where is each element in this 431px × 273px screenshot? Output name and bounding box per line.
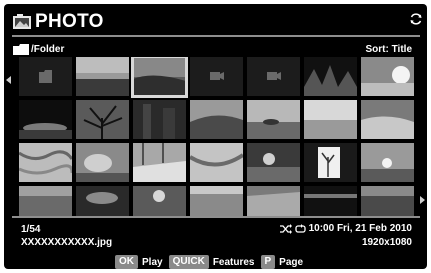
date-time: 10:00 Fri, 21 Feb 2010 bbox=[308, 223, 412, 234]
file-name: XXXXXXXXXXX.jpg bbox=[21, 237, 113, 248]
thumbnail-photo[interactable] bbox=[304, 57, 357, 96]
thumbnail-video[interactable] bbox=[247, 57, 300, 96]
repeat-icon bbox=[294, 223, 306, 233]
thumbnail-folder[interactable] bbox=[19, 57, 72, 96]
thumbnail-photo[interactable] bbox=[247, 143, 300, 182]
thumbnail-photo[interactable] bbox=[19, 100, 72, 139]
quick-key-label: Features bbox=[212, 256, 255, 268]
breadcrumb: /Folder bbox=[13, 42, 64, 56]
thumbnail-photo[interactable] bbox=[76, 186, 129, 217]
thumbnail-photo[interactable] bbox=[304, 100, 357, 139]
thumbnail-photo[interactable] bbox=[190, 100, 243, 139]
thumbnail-photo[interactable] bbox=[304, 186, 357, 217]
photo-browser-screen: PHOTO /Folder Sort: Title 1/54 XXXXXXXXX… bbox=[4, 4, 427, 269]
bottom-divider bbox=[12, 216, 420, 218]
thumbnail-photo[interactable] bbox=[76, 100, 129, 139]
folder-path: /Folder bbox=[31, 43, 65, 55]
header: PHOTO bbox=[12, 10, 104, 34]
thumbnail-photo[interactable] bbox=[361, 186, 414, 217]
ok-key[interactable]: OK bbox=[115, 255, 138, 269]
thumbnail-video[interactable] bbox=[190, 57, 243, 96]
ok-key-label: Play bbox=[142, 256, 163, 268]
top-divider bbox=[12, 35, 420, 37]
page-key[interactable]: P bbox=[260, 255, 276, 269]
sort-option[interactable]: Sort: Title bbox=[366, 44, 412, 55]
quick-key[interactable]: QUICK bbox=[168, 255, 209, 269]
thumbnail-photo[interactable] bbox=[133, 100, 186, 139]
thumbnail-photo[interactable] bbox=[76, 143, 129, 182]
thumbnail-photo[interactable] bbox=[361, 57, 414, 96]
folder-icon bbox=[13, 43, 29, 55]
refresh-icon[interactable] bbox=[409, 12, 423, 26]
page-title: PHOTO bbox=[35, 11, 104, 32]
thumbnail-photo[interactable] bbox=[190, 143, 243, 182]
page-key-label: Page bbox=[279, 256, 304, 268]
image-resolution: 1920x1080 bbox=[361, 237, 412, 248]
thumbnail-photo[interactable] bbox=[190, 186, 243, 217]
thumbnail-photo[interactable] bbox=[76, 57, 129, 96]
thumbnail-photo[interactable] bbox=[361, 100, 414, 139]
page-left-arrow-icon[interactable] bbox=[6, 76, 11, 84]
thumbnail-photo-selected[interactable] bbox=[131, 57, 188, 98]
thumbnail-grid bbox=[19, 57, 414, 217]
thumbnail-photo[interactable] bbox=[133, 143, 186, 182]
thumbnail-photo[interactable] bbox=[19, 186, 72, 217]
thumbnail-photo[interactable] bbox=[247, 186, 300, 217]
thumbnail-photo[interactable] bbox=[133, 186, 186, 217]
thumbnail-photo[interactable] bbox=[19, 143, 72, 182]
thumbnail-photo[interactable] bbox=[247, 100, 300, 139]
photo-icon bbox=[13, 14, 31, 29]
item-counter: 1/54 bbox=[21, 224, 41, 235]
page-right-arrow-icon[interactable] bbox=[420, 196, 425, 204]
status-info: 10:00 Fri, 21 Feb 2010 bbox=[279, 223, 412, 234]
thumbnail-photo[interactable] bbox=[304, 143, 357, 182]
shuffle-icon bbox=[279, 223, 292, 234]
key-guide: OK Play QUICK Features P Page bbox=[115, 255, 309, 269]
thumbnail-photo[interactable] bbox=[361, 143, 414, 182]
